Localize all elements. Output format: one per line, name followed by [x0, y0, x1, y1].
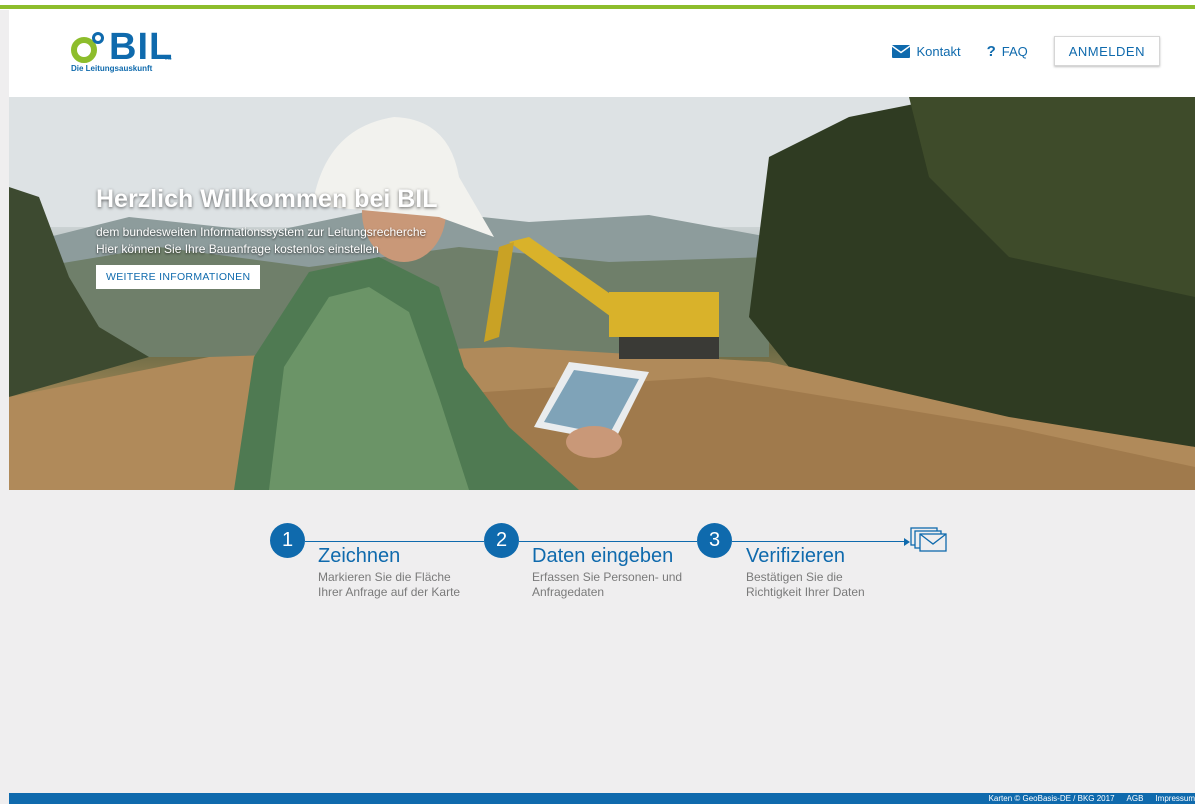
contact-label: Kontakt — [916, 43, 961, 59]
step-description-line: Anfragedaten — [532, 585, 605, 599]
step-number: 1 — [270, 523, 305, 558]
step-title: Verifizieren — [746, 545, 845, 567]
logo-rings-icon — [71, 32, 104, 63]
step-description-line: Bestätigen Sie die — [746, 570, 843, 584]
main-nav: Kontakt ? FAQ ANMELDEN — [892, 36, 1195, 66]
logo-wordmark: BIL — [109, 26, 174, 68]
envelope-icon — [892, 44, 911, 58]
impressum-link[interactable]: Impressum — [1155, 793, 1195, 804]
step-number: 3 — [697, 523, 732, 558]
step-connector — [732, 541, 906, 542]
logo-tagline: Die Leitungsauskunft — [71, 64, 153, 73]
envelopes-icon — [910, 527, 947, 552]
faq-label: FAQ — [1001, 43, 1028, 59]
site-footer: Karten © GeoBasis-DE / BKG 2017 AGB Impr… — [9, 793, 1195, 804]
step-number: 2 — [484, 523, 519, 558]
step-description: Erfassen Sie Personen- und Anfragedaten — [532, 570, 712, 600]
step-description-line: Ihrer Anfrage auf der Karte — [318, 585, 461, 599]
question-icon: ? — [986, 42, 996, 60]
faq-link[interactable]: ? FAQ — [987, 43, 1028, 60]
hero-subtitle-line2: Hier können Sie Ihre Bauanfrage kostenlo… — [96, 242, 379, 256]
footer-links: Karten © GeoBasis-DE / BKG 2017 AGB Impr… — [977, 793, 1195, 804]
more-info-button[interactable]: WEITERE INFORMATIONEN — [96, 265, 261, 289]
step-description: Bestätigen Sie die Richtigkeit Ihrer Dat… — [746, 570, 926, 600]
step-description-line: Markieren Sie die Fläche — [318, 570, 451, 584]
step-description-line: Erfassen Sie Personen- und — [532, 570, 683, 584]
step-connector — [519, 541, 697, 542]
hero-banner: Herzlich Willkommen bei BIL dem bundeswe… — [9, 97, 1195, 490]
contact-link[interactable]: Kontakt — [892, 43, 961, 59]
logo-legal-suffix: eG — [165, 56, 172, 62]
top-accent-bar — [0, 0, 1195, 10]
process-steps: 1 Zeichnen Markieren Sie die Fläche Ihre… — [270, 523, 970, 613]
login-button[interactable]: ANMELDEN — [1053, 36, 1160, 66]
agb-link[interactable]: AGB — [1127, 793, 1144, 804]
step-title: Daten eingeben — [532, 545, 674, 567]
hero-photo — [9, 97, 1195, 490]
map-copyright: Karten © GeoBasis-DE / BKG 2017 — [988, 794, 1115, 803]
hero-subtitle-line1: dem bundesweiten Informationssystem zur … — [96, 225, 427, 239]
step-description-line: Richtigkeit Ihrer Daten — [746, 585, 865, 599]
step-connector — [305, 541, 484, 542]
bil-logo[interactable]: BIL eG Die Leitungsauskunft — [71, 28, 181, 78]
step-description: Markieren Sie die Fläche Ihrer Anfrage a… — [318, 570, 498, 600]
step-title: Zeichnen — [318, 545, 401, 567]
hero-title: Herzlich Willkommen bei BIL — [96, 185, 438, 213]
site-header: BIL eG Die Leitungsauskunft Kontakt ? FA… — [9, 10, 1195, 97]
